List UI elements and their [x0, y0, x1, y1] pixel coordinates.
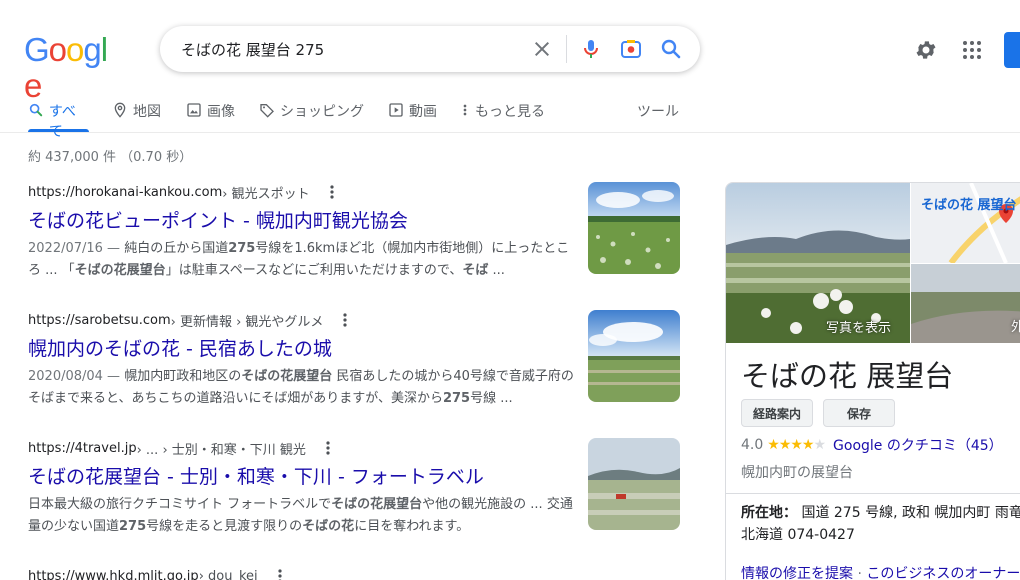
search-result: https://www.hkd.mlit.go.jp › dou_kei — [28, 566, 588, 580]
logo-letter: l — [100, 31, 108, 68]
more-vert-icon[interactable] — [322, 440, 334, 456]
result-thumbnail[interactable] — [588, 310, 680, 402]
address-label: 所在地： — [741, 505, 797, 521]
link-separator: · — [853, 566, 867, 580]
tab-label: 地図 — [133, 104, 161, 120]
camera-lens-icon[interactable] — [619, 37, 643, 61]
logo-letter: o — [66, 31, 84, 68]
result-url[interactable]: https://sarobetsu.com › 更新情報 › 観光やグルメ — [28, 310, 588, 330]
tag-icon — [260, 104, 274, 118]
panel-side-photo[interactable]: 外 — [911, 264, 1020, 343]
result-date: 2020/08/04 — — [28, 369, 125, 384]
settings-gear-icon[interactable] — [914, 38, 938, 62]
search-result: https://sarobetsu.com › 更新情報 › 観光やグルメ 幌加… — [28, 310, 588, 410]
place-type: 幌加内町の展望台 — [741, 465, 853, 481]
logo-letter: g — [83, 31, 101, 68]
tab-all[interactable]: すべて — [28, 90, 89, 140]
result-url[interactable]: https://www.hkd.mlit.go.jp › dou_kei — [28, 566, 588, 580]
tab-label: もっと見る — [475, 104, 545, 120]
google-logo[interactable]: Google — [24, 31, 116, 104]
tab-label: 画像 — [207, 104, 235, 120]
more-vert-icon[interactable] — [339, 312, 351, 328]
clear-icon[interactable] — [530, 37, 554, 61]
search-divider — [566, 35, 567, 63]
search-input[interactable]: そばの花 展望台 275 — [181, 39, 324, 60]
logo-letter: G — [24, 31, 50, 68]
tab-label: すべて — [48, 104, 76, 140]
search-result: https://horokanai-kankou.com › 観光スポット そば… — [28, 182, 588, 282]
result-snippet: 2020/08/04 — 幌加内町政和地区のそばの花展望台 民宿あしたの城から4… — [28, 366, 576, 410]
apps-grid-icon[interactable] — [960, 38, 984, 62]
play-icon — [389, 103, 403, 117]
rating-value: 4.0 — [741, 437, 764, 453]
side-photo-label: 外 — [1011, 316, 1020, 335]
result-breadcrumb: › 観光スポット — [222, 186, 310, 202]
logo-letter: o — [48, 31, 67, 68]
result-breadcrumb: › dou_kei — [198, 568, 258, 580]
search-box[interactable]: そばの花 展望台 275 — [160, 26, 700, 72]
result-date: 2022/07/16 — — [28, 241, 125, 256]
more-vert-icon[interactable] — [274, 568, 286, 580]
suggest-edit-link[interactable]: 情報の修正を提案 — [741, 566, 853, 580]
result-url[interactable]: https://4travel.jp › ... › 士別・和寒・下川 観光 — [28, 438, 588, 458]
panel-links: 情報の修正を提案 · このビジネスのオーナーですか？ — [741, 563, 1020, 580]
result-title-link[interactable]: 幌加内のそばの花 - 民宿あしたの城 — [28, 336, 588, 362]
tab-label: ショッピング — [280, 104, 364, 120]
more-vert-icon[interactable] — [326, 184, 338, 200]
snippet-text: 日本最大級の旅行クチコミサイト フォートラベルでそばの花展望台や他の観光施設の … — [28, 497, 573, 534]
result-site: https://4travel.jp — [28, 440, 137, 456]
result-site: https://horokanai-kankou.com — [28, 184, 223, 200]
tab-label: 動画 — [409, 104, 437, 120]
result-breadcrumb: › 更新情報 › 観光やグルメ — [170, 314, 324, 330]
tab-images[interactable]: 画像 — [186, 90, 235, 132]
result-title-link[interactable]: そばの花ビューポイント - 幌加内町観光協会 — [28, 208, 588, 234]
panel-map[interactable]: そばの花 展望台 — [911, 183, 1020, 265]
result-url[interactable]: https://horokanai-kankou.com › 観光スポット — [28, 182, 588, 202]
owner-link[interactable]: このビジネスのオーナーですか？ — [866, 566, 1020, 580]
save-button[interactable]: 保存 — [823, 399, 895, 427]
star-rating-icon: ★★★★★ — [767, 437, 826, 453]
result-breadcrumb: › ... › 士別・和寒・下川 観光 — [136, 442, 306, 458]
result-title-link[interactable]: そばの花展望台 - 士別・和寒・下川 - フォートラベル — [28, 464, 588, 490]
knowledge-panel: 写真を表示 そばの花 展望台 外 そばの花 展望台 経路案内 保存 4.0 ★★… — [725, 182, 1020, 580]
search-icon — [29, 103, 43, 117]
tab-shopping[interactable]: ショッピング — [259, 90, 364, 132]
result-site: https://www.hkd.mlit.go.jp — [28, 568, 199, 580]
panel-main-photo[interactable]: 写真を表示 — [726, 183, 910, 343]
panel-divider — [726, 493, 1020, 494]
search-tabs: すべて 地図 画像 ショッピング 動画 もっと見る ツール — [0, 90, 1020, 140]
directions-button[interactable]: 経路案内 — [741, 399, 813, 427]
tab-tools[interactable]: ツール — [637, 90, 679, 132]
search-result: https://4travel.jp › ... › 士別・和寒・下川 観光 そ… — [28, 438, 588, 538]
result-stats: 約 437,000 件 （0.70 秒） — [28, 150, 193, 165]
result-snippet: 日本最大級の旅行クチコミサイト フォートラベルでそばの花展望台や他の観光施設の … — [28, 494, 576, 538]
image-icon — [187, 103, 201, 117]
microphone-icon[interactable] — [579, 37, 603, 61]
panel-rating: 4.0 ★★★★★ Google のクチコミ（45） — [741, 435, 1003, 455]
result-site: https://sarobetsu.com — [28, 312, 171, 328]
map-pin-icon — [114, 102, 126, 118]
tab-more[interactable]: もっと見る — [460, 90, 545, 132]
reviews-link[interactable]: Google のクチコミ（45） — [833, 435, 1003, 455]
map-label: そばの花 展望台 — [921, 198, 1017, 213]
tab-label: ツール — [637, 104, 679, 120]
result-snippet: 2022/07/16 — 純白の丘から国道275号線を1.6kmほど北（幌加内市… — [28, 238, 576, 282]
search-icon[interactable] — [659, 37, 683, 61]
show-photos-button[interactable]: 写真を表示 — [826, 317, 891, 336]
panel-title: そばの花 展望台 — [741, 359, 954, 393]
more-vert-icon — [463, 104, 467, 116]
tab-videos[interactable]: 動画 — [388, 90, 437, 132]
panel-address: 所在地： 国道 275 号線, 政和 幌加内町 雨竜郡 北海道 074-0427 — [741, 502, 1020, 546]
sign-in-button[interactable] — [1004, 32, 1020, 68]
result-thumbnail[interactable] — [588, 438, 680, 530]
tab-maps[interactable]: 地図 — [112, 90, 161, 132]
result-thumbnail[interactable] — [588, 182, 680, 274]
